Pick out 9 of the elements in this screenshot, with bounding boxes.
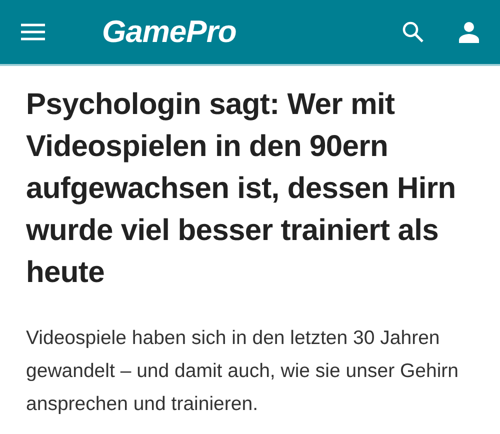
user-icon — [458, 21, 480, 43]
menu-icon — [20, 22, 46, 42]
site-logo[interactable]: GamePro — [102, 14, 236, 50]
account-button[interactable] — [458, 21, 480, 43]
search-button[interactable] — [402, 21, 424, 43]
article-teaser: Videospiele haben sich in den letzten 30 Jahren gewandelt – und damit auch, wie sie unser Gehirn ansprechen und trainieren. — [26, 326, 460, 417]
article-headline: Psychologin sagt: Wer mit Videospielen in den 90ern aufgewachsen ist, dessen Hirn wurde viel besser trainiert als heute — [26, 87, 457, 291]
search-icon — [402, 21, 424, 43]
menu-button[interactable] — [20, 22, 46, 42]
